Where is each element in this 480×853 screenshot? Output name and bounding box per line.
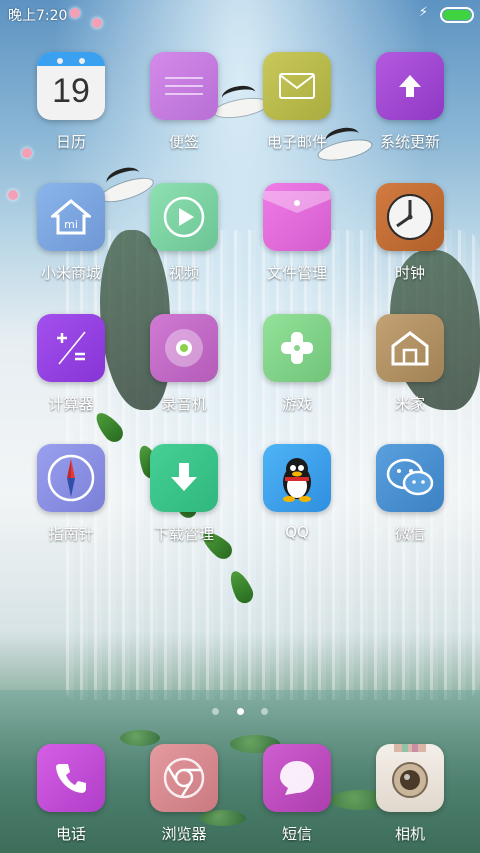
status-time: 晚上7:20 xyxy=(8,8,68,24)
app-wechat[interactable]: 微信 xyxy=(358,444,462,544)
status-bar: 晚上7:20 ⚡ xyxy=(0,0,480,28)
app-mijia[interactable]: 米家 xyxy=(358,314,462,414)
app-label: QQ xyxy=(285,523,309,541)
folder-icon xyxy=(263,183,331,251)
record-icon xyxy=(150,314,218,382)
app-label: 文件管理 xyxy=(266,264,327,282)
clock-icon xyxy=(376,183,444,251)
app-label: 计算器 xyxy=(48,395,94,413)
envelope-icon xyxy=(263,52,331,120)
dock-browser[interactable]: 浏览器 xyxy=(132,744,236,844)
mi-house-icon: mi xyxy=(37,183,105,251)
chat-bubbles-icon xyxy=(376,444,444,512)
app-label: 小米商城 xyxy=(40,264,101,282)
battery-icon xyxy=(440,7,474,23)
app-email[interactable]: 电子邮件 xyxy=(245,52,349,152)
app-label: 米家 xyxy=(394,395,425,413)
dock-camera[interactable]: 相机 xyxy=(358,744,462,844)
page-dot[interactable] xyxy=(260,708,268,715)
phone-icon xyxy=(37,744,105,812)
app-label: 视频 xyxy=(168,264,199,282)
upload-arrow-icon xyxy=(376,52,444,120)
app-games[interactable]: 游戏 xyxy=(245,314,349,414)
compass-icon xyxy=(37,444,105,512)
app-mi-store[interactable]: mi 小米商城 xyxy=(19,183,123,283)
app-compass[interactable]: 指南针 xyxy=(19,444,123,544)
blossom-decoration xyxy=(8,190,18,200)
svg-text:mi: mi xyxy=(64,218,78,231)
app-recorder[interactable]: 录音机 xyxy=(132,314,236,414)
app-label: 电话 xyxy=(55,825,86,843)
app-system-update[interactable]: 系统更新 xyxy=(358,52,462,152)
page-dot-active[interactable] xyxy=(236,708,244,715)
app-notes[interactable]: 便签 xyxy=(132,52,236,152)
calculator-icon xyxy=(37,314,105,382)
page-indicator[interactable] xyxy=(0,700,480,719)
app-calculator[interactable]: 计算器 xyxy=(19,314,123,414)
calendar-icon: 19 xyxy=(37,52,105,120)
app-qq[interactable]: QQ xyxy=(245,444,349,541)
lightning-icon: ⚡ xyxy=(418,5,428,20)
page-dot[interactable] xyxy=(212,708,220,715)
app-label: 系统更新 xyxy=(379,133,440,151)
chrome-icon xyxy=(150,744,218,812)
app-file-manager[interactable]: 文件管理 xyxy=(245,183,349,283)
app-label: 指南针 xyxy=(48,525,94,543)
app-clock[interactable]: 时钟 xyxy=(358,183,462,283)
notes-icon xyxy=(150,52,218,120)
gamepad-icon xyxy=(263,314,331,382)
camera-icon xyxy=(376,744,444,812)
play-icon xyxy=(150,183,218,251)
app-video[interactable]: 视频 xyxy=(132,183,236,283)
app-calendar[interactable]: 19 日历 xyxy=(19,52,123,152)
dock-phone[interactable]: 电话 xyxy=(19,744,123,844)
app-download-manager[interactable]: 下载管理 xyxy=(132,444,236,544)
app-label: 电子邮件 xyxy=(266,133,327,151)
download-icon xyxy=(150,444,218,512)
app-label: 游戏 xyxy=(281,395,312,413)
penguin-icon xyxy=(263,444,331,512)
app-label: 便签 xyxy=(168,133,199,151)
app-label: 日历 xyxy=(55,133,86,151)
dock-messages[interactable]: 短信 xyxy=(245,744,349,844)
app-label: 浏览器 xyxy=(161,825,207,843)
home-icon xyxy=(376,314,444,382)
message-icon xyxy=(263,744,331,812)
app-label: 录音机 xyxy=(161,395,207,413)
app-label: 短信 xyxy=(281,825,312,843)
app-label: 相机 xyxy=(394,825,425,843)
app-label: 下载管理 xyxy=(153,525,214,543)
app-label: 时钟 xyxy=(394,264,425,282)
calendar-day: 19 xyxy=(52,72,90,110)
app-label: 微信 xyxy=(394,525,425,543)
